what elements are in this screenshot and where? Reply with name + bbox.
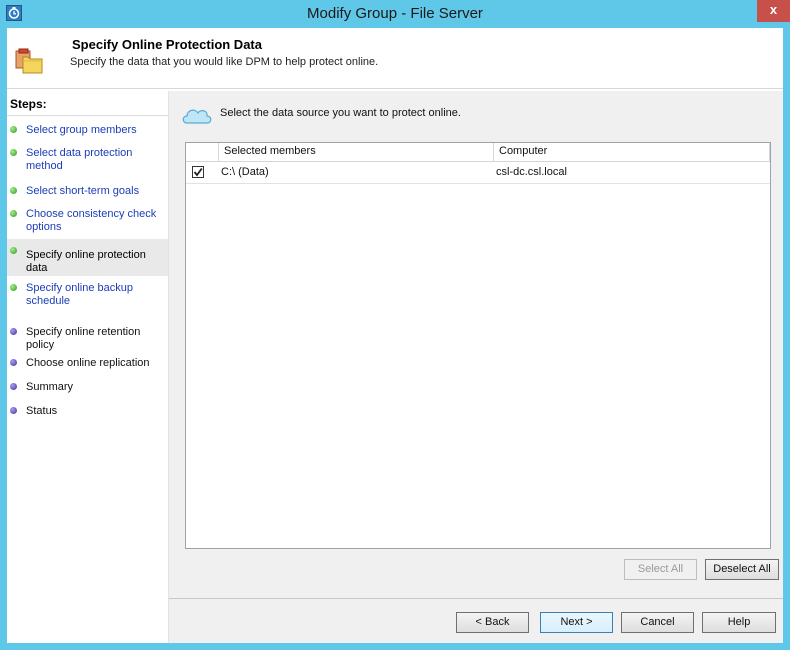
column-divider (218, 143, 219, 161)
column-header-selected-members[interactable]: Selected members (224, 145, 316, 157)
instruction-text: Select the data source you want to prote… (220, 107, 461, 119)
help-button[interactable]: Help (702, 612, 776, 633)
steps-title: Steps: (10, 97, 47, 111)
step-pending-icon (10, 407, 17, 414)
data-source-table: Selected members Computer C:\ (Data) csl… (185, 142, 771, 549)
step-select-short-term-goals[interactable]: Select short-term goals (7, 185, 168, 198)
step-specify-online-protection-data: Specify online protection data (7, 239, 168, 276)
step-label: Select data protection method (26, 147, 133, 172)
step-pending-icon (10, 383, 17, 390)
wizard-header: Specify Online Protection Data Specify t… (7, 28, 783, 89)
steps-divider (7, 115, 168, 116)
step-label: Choose online replication (26, 357, 150, 369)
column-header-computer[interactable]: Computer (499, 145, 547, 157)
table-header: Selected members Computer (186, 143, 770, 162)
step-label: Choose consistency check options (26, 208, 157, 233)
folder-group-icon (15, 48, 43, 74)
page-title: Specify Online Protection Data (72, 37, 262, 52)
deselect-all-button[interactable]: Deselect All (705, 559, 779, 580)
window-title: Modify Group - File Server (307, 5, 483, 22)
footer-divider (169, 598, 783, 599)
step-select-data-protection-method[interactable]: Select data protection method (7, 147, 168, 173)
cloud-icon (181, 105, 213, 125)
cancel-button[interactable]: Cancel (621, 612, 694, 633)
step-label: Specify online backup schedule (26, 282, 134, 307)
step-pending-icon (10, 328, 17, 335)
wizard-client-area: Specify Online Protection Data Specify t… (7, 28, 783, 643)
step-label: Specify online protection data (26, 249, 146, 274)
step-choose-consistency-check[interactable]: Choose consistency check options (7, 208, 168, 234)
step-complete-icon (10, 210, 17, 217)
step-choose-online-replication: Choose online replication (7, 357, 168, 370)
step-status: Status (7, 405, 168, 418)
close-button[interactable]: x (757, 0, 790, 22)
back-button[interactable]: < Back (456, 612, 529, 633)
steps-pane: Steps: Select group members Select data … (7, 91, 169, 643)
step-specify-online-retention-policy: Specify online retention policy (7, 326, 168, 352)
column-divider (493, 143, 494, 161)
wizard-window: Modify Group - File Server x Specify Onl… (0, 0, 790, 650)
step-label: Summary (26, 381, 74, 393)
table-row[interactable]: C:\ (Data) csl-dc.csl.local (186, 162, 770, 184)
step-complete-icon (10, 149, 17, 156)
step-label: Select short-term goals (26, 185, 140, 197)
step-current-icon (10, 247, 17, 254)
step-label: Specify online retention policy (26, 326, 141, 351)
select-all-button[interactable]: Select All (624, 559, 697, 580)
step-complete-icon (10, 187, 17, 194)
step-specify-online-backup-schedule[interactable]: Specify online backup schedule (7, 282, 168, 308)
step-pending-icon (10, 359, 17, 366)
row-checkbox[interactable] (192, 166, 204, 178)
title-bar: Modify Group - File Server x (0, 0, 790, 28)
step-complete-icon (10, 126, 17, 133)
step-label: Select group members (26, 124, 137, 136)
step-label: Status (26, 405, 58, 417)
step-complete-icon (10, 284, 17, 291)
cell-computer: csl-dc.csl.local (496, 166, 567, 178)
step-select-group-members[interactable]: Select group members (7, 124, 168, 137)
step-summary: Summary (7, 381, 168, 394)
next-button[interactable]: Next > (540, 612, 613, 633)
page-description: Specify the data that you would like DPM… (70, 56, 379, 68)
main-pane: Select the data source you want to prote… (169, 91, 783, 643)
column-divider (769, 143, 770, 161)
cell-selected-member: C:\ (Data) (221, 166, 269, 178)
